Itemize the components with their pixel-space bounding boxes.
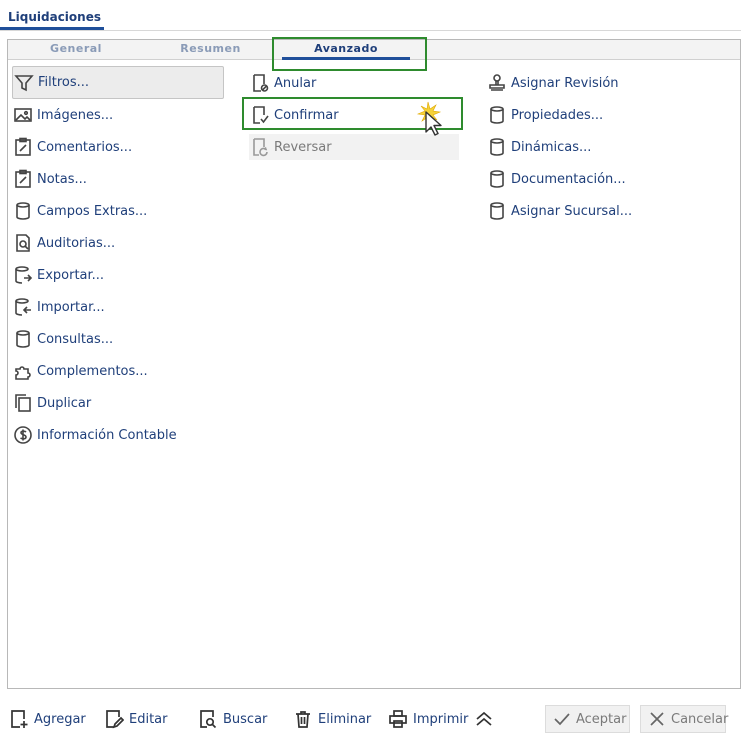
- menu-item-label: Duplicar: [37, 395, 92, 411]
- menu-item-label: Consultas...: [37, 331, 114, 347]
- delete-button-label: Eliminar: [318, 711, 372, 727]
- menu-item-label: Auditorias...: [37, 235, 116, 251]
- tab-strip: General Resumen Avanzado: [8, 40, 740, 60]
- clipboard-edit-icon: [12, 136, 34, 158]
- menu-item-label: Filtros...: [38, 75, 90, 90]
- clipboard-edit-icon: [12, 168, 34, 190]
- menu-item-label: Documentación...: [511, 171, 626, 187]
- add-button-label: Agregar: [34, 711, 86, 727]
- bottom-toolbar: Agregar Editar Buscar Eliminar Imprimir …: [0, 702, 741, 736]
- double-chevron-up-icon: [473, 708, 495, 730]
- document-search-icon: [197, 708, 219, 730]
- document-undo-icon: [249, 136, 271, 158]
- window-separator: [0, 30, 741, 31]
- menu-item-campos-extras[interactable]: Campos Extras...: [12, 200, 147, 222]
- menu-item-exportar[interactable]: Exportar...: [12, 264, 104, 286]
- dollar-icon: [12, 424, 34, 446]
- database-icon: [12, 328, 34, 350]
- menu-item-comentarios[interactable]: Comentarios...: [12, 136, 132, 158]
- image-icon: [12, 104, 34, 126]
- print-button[interactable]: Imprimir: [387, 705, 468, 733]
- menu-item-auditorias[interactable]: Auditorias...: [12, 232, 115, 254]
- menu-item-notas[interactable]: Notas...: [12, 168, 87, 190]
- filter-icon: [13, 72, 35, 94]
- menu-item-anular[interactable]: Anular: [249, 72, 316, 94]
- menu-item-label: Importar...: [37, 299, 105, 315]
- check-icon: [552, 708, 572, 730]
- window-tab-liquidaciones[interactable]: Liquidaciones: [0, 0, 104, 30]
- menu-item-asignar-revision[interactable]: Asignar Revisión: [486, 72, 619, 94]
- menu-item-propiedades[interactable]: Propiedades...: [486, 104, 603, 126]
- database-icon: [486, 168, 508, 190]
- search-button[interactable]: Buscar: [197, 705, 267, 733]
- menu-item-importar[interactable]: Importar...: [12, 296, 105, 318]
- accept-button[interactable]: Aceptar: [545, 705, 630, 733]
- menu-item-consultas[interactable]: Consultas...: [12, 328, 113, 350]
- menu-item-dinamicas[interactable]: Dinámicas...: [486, 136, 591, 158]
- menu-item-label: Asignar Revisión: [511, 75, 619, 91]
- document-cancel-icon: [249, 72, 271, 94]
- menu-item-label: Información Contable: [37, 427, 177, 443]
- menu-item-filtros[interactable]: Filtros...: [12, 66, 224, 99]
- delete-button[interactable]: Eliminar: [292, 705, 371, 733]
- close-icon: [647, 708, 667, 730]
- add-button[interactable]: Agregar: [8, 705, 86, 733]
- database-export-icon: [12, 264, 34, 286]
- cancel-button-label: Cancelar: [671, 711, 729, 727]
- menu-item-label: Exportar...: [37, 267, 105, 283]
- menu-item-complementos[interactable]: Complementos...: [12, 360, 148, 382]
- menu-item-label: Notas...: [37, 171, 87, 187]
- puzzle-icon: [12, 360, 34, 382]
- menu-item-documentacion[interactable]: Documentación...: [486, 168, 626, 190]
- cancel-button[interactable]: Cancelar: [640, 705, 729, 733]
- document-check-icon: [249, 104, 271, 126]
- menu-item-imagenes[interactable]: Imágenes...: [12, 104, 113, 126]
- database-icon: [486, 104, 508, 126]
- edit-button-label: Editar: [129, 711, 168, 727]
- printer-icon: [387, 708, 409, 730]
- menu-item-label: Dinámicas...: [511, 139, 592, 155]
- menu-item-informacion-contable[interactable]: Información Contable: [12, 424, 177, 446]
- active-tab-underline: [282, 57, 410, 60]
- database-icon: [486, 200, 508, 222]
- search-button-label: Buscar: [223, 711, 268, 727]
- menu-item-label: Propiedades...: [511, 107, 604, 123]
- document-add-icon: [8, 708, 30, 730]
- menu-item-confirmar[interactable]: Confirmar: [249, 104, 339, 126]
- menu-item-label: Complementos...: [37, 363, 148, 379]
- edit-button[interactable]: Editar: [103, 705, 168, 733]
- menu-item-label: Asignar Sucursal...: [511, 203, 633, 219]
- menu-item-label: Anular: [274, 75, 317, 91]
- menu-item-reversar: Reversar: [249, 134, 459, 160]
- menu-item-asignar-sucursal[interactable]: Asignar Sucursal...: [486, 200, 632, 222]
- document-edit-icon: [103, 708, 125, 730]
- menu-item-label: Reversar: [274, 139, 332, 155]
- tab-general[interactable]: General: [28, 42, 124, 58]
- stamp-icon: [486, 72, 508, 94]
- menu-item-duplicar[interactable]: Duplicar: [12, 392, 91, 414]
- database-import-icon: [12, 296, 34, 318]
- document-search-icon: [12, 232, 34, 254]
- database-icon: [12, 200, 34, 222]
- trash-icon: [292, 708, 314, 730]
- menu-item-label: Confirmar: [274, 107, 339, 123]
- print-button-label: Imprimir: [413, 711, 469, 727]
- menu-item-label: Campos Extras...: [37, 203, 148, 219]
- expand-toolbar-button[interactable]: [473, 705, 499, 733]
- tab-avanzado[interactable]: Avanzado: [282, 42, 410, 60]
- menu-item-label: Imágenes...: [37, 107, 114, 123]
- accept-button-label: Aceptar: [576, 711, 627, 727]
- tab-avanzado-label: Avanzado: [314, 42, 378, 55]
- tab-resumen[interactable]: Resumen: [158, 42, 263, 58]
- menu-item-label: Comentarios...: [37, 139, 133, 155]
- copy-icon: [12, 392, 34, 414]
- database-icon: [486, 136, 508, 158]
